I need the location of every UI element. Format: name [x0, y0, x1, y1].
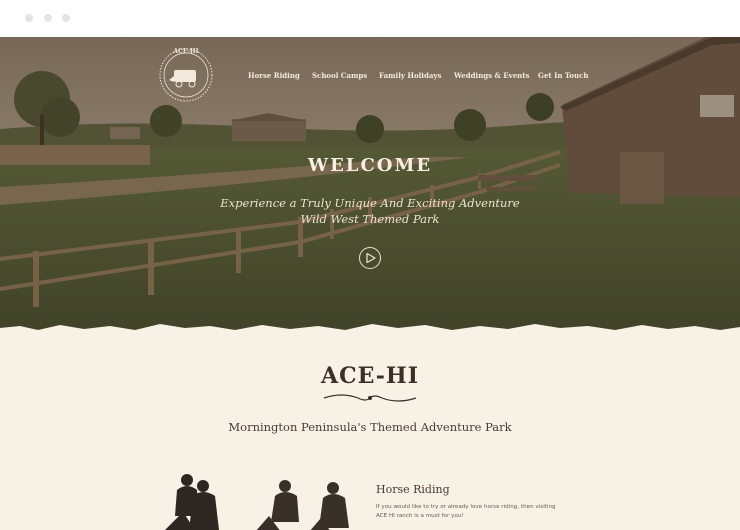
hero-subtitle-line2: Wild West Themed Park — [300, 212, 440, 226]
logo-text: ACE-HI — [173, 48, 199, 55]
nav-weddings-events[interactable]: Weddings & Events — [454, 71, 529, 80]
window-close-dot[interactable] — [25, 14, 33, 22]
window-minimize-dot[interactable] — [44, 14, 52, 22]
feature-text-line2: ACE HI ranch is a must for you! — [376, 512, 464, 519]
horse-riders-photo — [165, 474, 349, 530]
logo[interactable]: ACE-HI — [157, 46, 215, 104]
nav-family-holidays[interactable]: Family Holidays — [379, 71, 441, 80]
flourish-divider-icon — [323, 394, 417, 402]
feature-horse-riding-title: Horse Riding — [376, 483, 450, 496]
feature-horse-riding-text: If you would like to try or already love… — [376, 503, 586, 520]
feature-text-line1: If you would like to try or already love… — [376, 504, 556, 510]
hero-title: WELCOME — [307, 155, 433, 176]
hero-banner: ACE-HI Horse Riding School Camps Family … — [0, 37, 740, 337]
play-video-button[interactable] — [359, 247, 381, 269]
intro-section: ACE-HI Mornington Peninsula's Themed Adv… — [0, 332, 740, 530]
window-maximize-dot[interactable] — [62, 14, 70, 22]
nav-get-in-touch[interactable]: Get In Touch — [538, 71, 588, 80]
browser-chrome — [0, 0, 740, 37]
section-brand-title: ACE-HI — [321, 363, 419, 389]
play-icon — [366, 253, 376, 263]
hero-sepia-overlay — [0, 37, 740, 337]
nav-school-camps[interactable]: School Camps — [312, 71, 367, 80]
nav-horse-riding[interactable]: Horse Riding — [248, 71, 300, 80]
hero-subtitle-line1: Experience a Truly Unique And Exciting A… — [220, 196, 520, 210]
section-subtitle: Mornington Peninsula's Themed Adventure … — [228, 420, 512, 434]
